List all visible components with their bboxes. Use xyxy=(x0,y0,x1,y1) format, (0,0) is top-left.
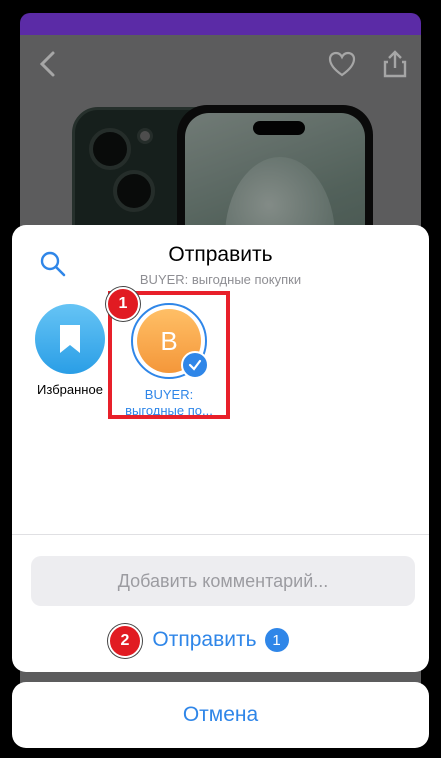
bookmark-icon xyxy=(60,325,80,353)
header-bar xyxy=(20,13,421,35)
comment-input[interactable] xyxy=(31,556,415,606)
send-button[interactable]: Отправить 1 xyxy=(12,625,429,655)
share-sheet: Отправить BUYER: выгодные покупки Избран… xyxy=(12,225,429,672)
target-favorites[interactable]: Избранное xyxy=(22,304,118,398)
send-label: Отправить xyxy=(152,628,257,651)
divider xyxy=(12,534,429,535)
sheet-title: Отправить xyxy=(168,243,273,266)
screen: Отправить BUYER: выгодные покупки Избран… xyxy=(0,0,441,758)
cancel-button[interactable]: Отмена xyxy=(12,682,429,748)
target-label-favorites: Избранное xyxy=(37,382,103,397)
selected-count-badge: 1 xyxy=(264,628,289,652)
sheet-subtitle: BUYER: выгодные покупки xyxy=(139,272,302,287)
favorites-avatar xyxy=(35,304,105,374)
cancel-label: Отмена xyxy=(182,703,259,726)
step-badge-2: 2 xyxy=(108,624,142,658)
step-badge-1: 1 xyxy=(106,287,140,321)
